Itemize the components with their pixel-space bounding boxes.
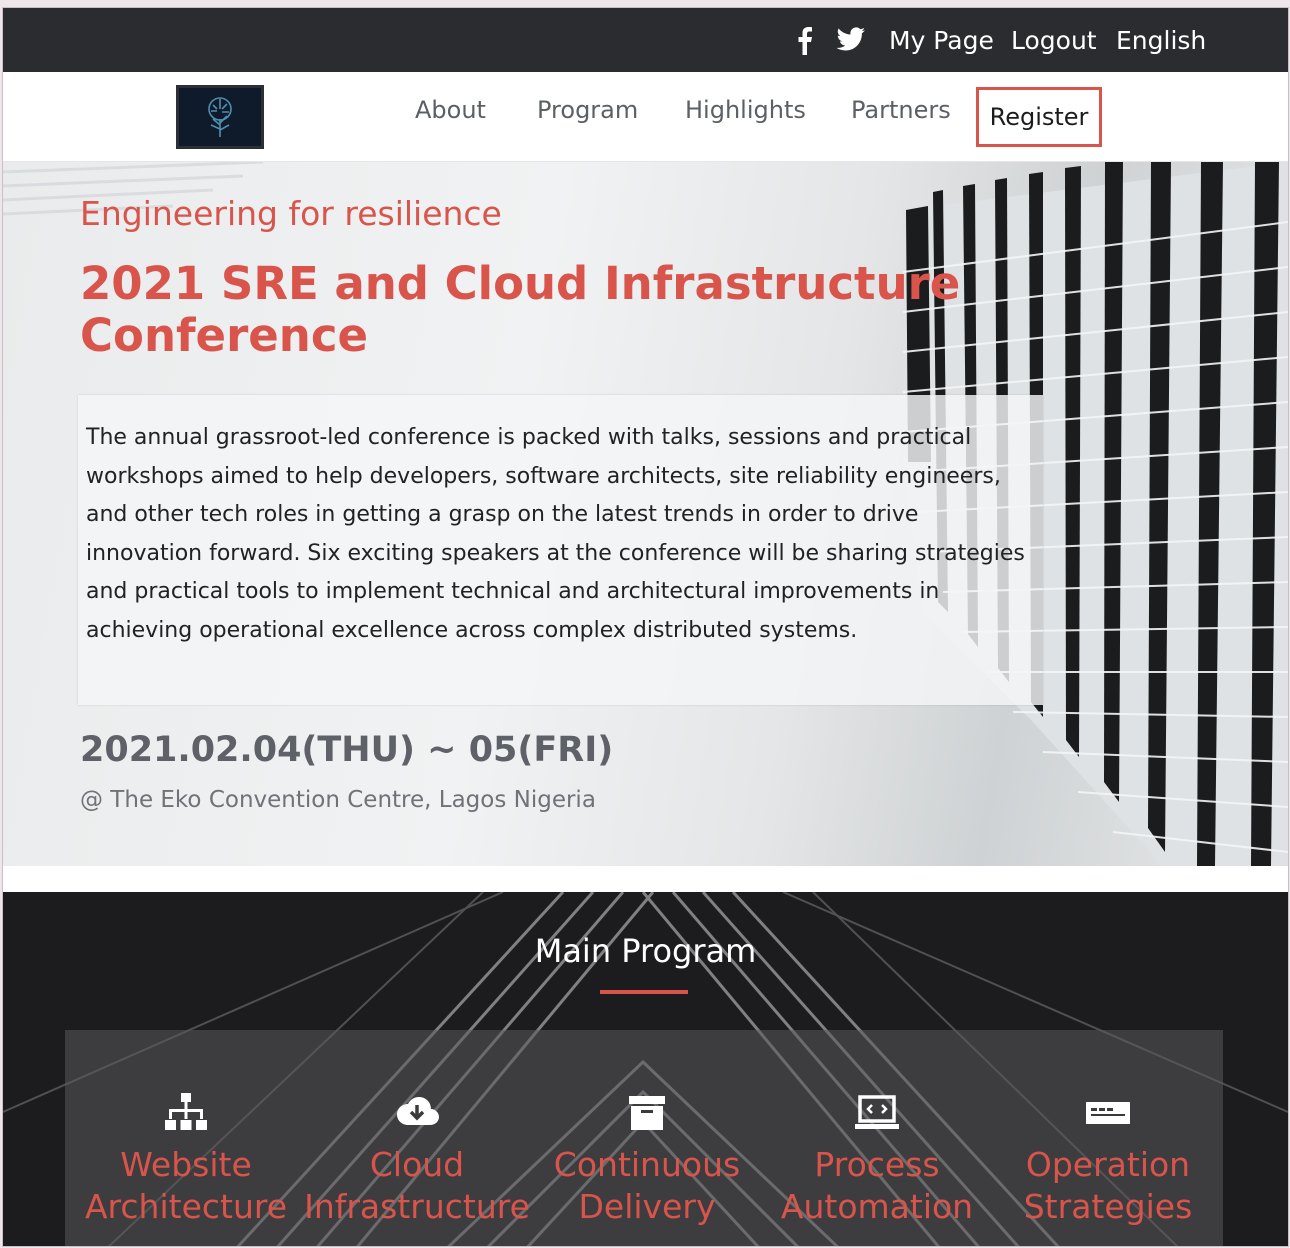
laptop-code-icon (855, 1095, 899, 1129)
conference-date: 2021.02.04(THU) ~ 05(FRI) (80, 730, 614, 770)
program-cards-panel: Website Architecture Cloud Infrastructur… (65, 1030, 1223, 1246)
top-utility-bar: My Page Logout English (3, 8, 1288, 72)
nav-about[interactable]: About (415, 96, 486, 124)
nav-program[interactable]: Program (537, 96, 638, 124)
twitter-icon[interactable] (836, 8, 866, 72)
language-selector[interactable]: English (1116, 8, 1206, 72)
facebook-icon[interactable] (793, 8, 815, 72)
program-card-operation-strategies[interactable]: Operation Strategies (993, 1090, 1223, 1228)
description-box: The annual grassroot-led conference is p… (78, 395, 1043, 705)
conference-title: 2021 SRE and Cloud Infrastructure Confer… (80, 257, 961, 362)
program-card-website-architecture[interactable]: Website Architecture (71, 1090, 301, 1228)
nav-partners[interactable]: Partners (851, 96, 951, 124)
main-program-section: Main Program Website Architecture Cloud … (3, 892, 1288, 1246)
tree-icon (208, 97, 232, 137)
program-card-label: Continuous Delivery (553, 1145, 741, 1226)
title-underline (600, 990, 688, 994)
my-page-link[interactable]: My Page (889, 8, 994, 72)
conference-venue: @ The Eko Convention Centre, Lagos Niger… (80, 787, 596, 813)
hero-section: Engineering for resilience 2021 SRE and … (3, 162, 1288, 866)
logout-link[interactable]: Logout (1011, 8, 1097, 72)
program-card-continuous-delivery[interactable]: Continuous Delivery (532, 1090, 762, 1228)
register-button[interactable]: Register (976, 87, 1102, 147)
program-title: Main Program (534, 932, 757, 970)
program-card-process-automation[interactable]: Process Automation (762, 1090, 992, 1228)
server-icon (1086, 1102, 1130, 1124)
browser-viewport: My Page Logout English About Program Hig… (3, 8, 1288, 1246)
nav-highlights[interactable]: Highlights (685, 96, 806, 124)
program-card-label: Website Architecture (84, 1145, 288, 1226)
program-card-cloud-infrastructure[interactable]: Cloud Infrastructure (302, 1090, 532, 1228)
program-card-label: Cloud Infrastructure (304, 1145, 530, 1226)
program-card-label: Operation Strategies (1023, 1145, 1193, 1226)
cloud-download-icon (397, 1097, 439, 1125)
main-navbar: About Program Highlights Partners Regist… (3, 72, 1288, 162)
tree-logo[interactable] (176, 85, 264, 149)
conference-description: The annual grassroot-led conference is p… (86, 425, 1025, 643)
sitemap-icon (165, 1093, 207, 1130)
hero-tagline: Engineering for resilience (80, 194, 502, 233)
archive-box-icon (629, 1096, 665, 1130)
program-card-label: Process Automation (780, 1145, 974, 1226)
